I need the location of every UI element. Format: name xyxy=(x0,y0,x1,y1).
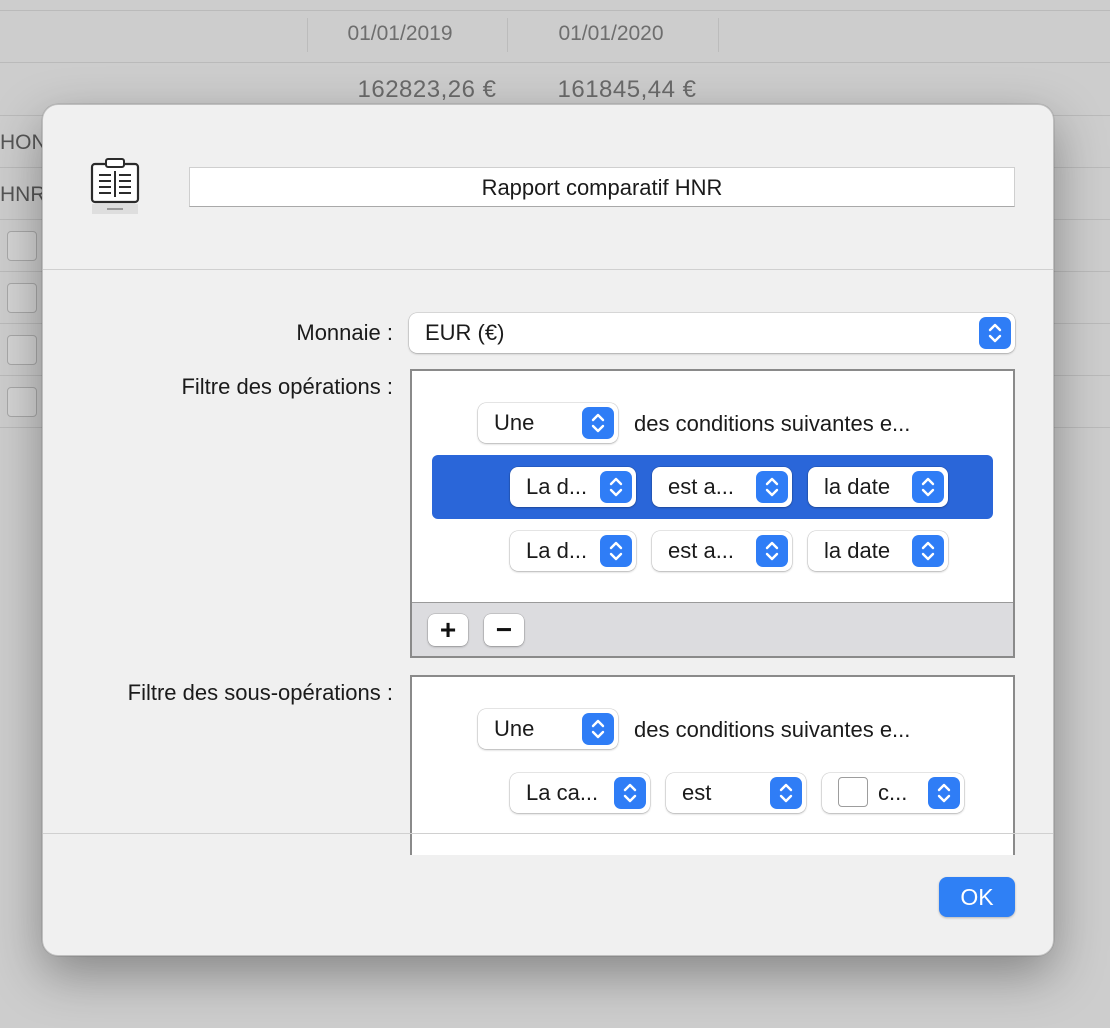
rule-value-popup[interactable]: c... xyxy=(822,773,964,813)
row-checkbox[interactable] xyxy=(7,387,37,417)
operations-rule-editor: Une des conditions suivantes e... La d..… xyxy=(410,369,1015,658)
rule-value-value: la date xyxy=(824,474,891,499)
match-type-popup[interactable]: Une xyxy=(478,709,618,749)
up-down-chevron-icon xyxy=(770,777,802,809)
rule-operator-value: est a... xyxy=(668,538,735,563)
report-name-field[interactable]: Rapport comparatif HNR xyxy=(189,167,1015,207)
match-description: des conditions suivantes e... xyxy=(634,411,911,436)
table-divider xyxy=(0,62,1110,63)
header-divider xyxy=(43,269,1053,270)
currency-value: EUR (€) xyxy=(425,320,505,345)
rule-field-popup[interactable]: La d... xyxy=(510,531,636,571)
suboperations-rule-editor: Une des conditions suivantes e... La ca.… xyxy=(410,675,1015,855)
column-divider xyxy=(507,18,508,52)
remove-rule-button[interactable]: − xyxy=(484,614,524,646)
rule-value-value: c... xyxy=(878,780,908,805)
match-type-popup[interactable]: Une xyxy=(478,403,618,443)
up-down-chevron-icon xyxy=(600,535,632,567)
suboperations-filter-label: Filtre des sous-opérations : xyxy=(127,680,393,705)
rule-value-popup[interactable]: la date xyxy=(808,531,948,571)
rule-operator-popup[interactable]: est xyxy=(666,773,806,813)
rule-field-value: La d... xyxy=(526,538,588,563)
rule-editor-footer: + − xyxy=(412,602,1013,656)
table-divider xyxy=(0,10,1110,11)
ok-button[interactable]: OK xyxy=(939,877,1015,917)
up-down-chevron-icon xyxy=(756,535,788,567)
rule-operator-value: est a... xyxy=(668,474,735,499)
rule-operator-popup[interactable]: est a... xyxy=(652,531,792,571)
up-down-chevron-icon xyxy=(928,777,960,809)
rule-value-popup[interactable]: la date xyxy=(808,467,948,507)
column-header-date[interactable]: 01/01/2019 xyxy=(300,22,500,46)
rule-operator-value: est xyxy=(682,780,712,805)
rule-field-popup[interactable]: La ca... xyxy=(510,773,650,813)
match-type-value: Une xyxy=(494,410,535,435)
row-checkbox[interactable] xyxy=(7,335,37,365)
footer-divider xyxy=(43,833,1053,834)
row-checkbox[interactable] xyxy=(7,231,37,261)
currency-label: Monnaie : xyxy=(296,320,393,345)
rule-field-value: La ca... xyxy=(526,780,599,805)
column-header-date[interactable]: 01/01/2020 xyxy=(511,22,711,46)
rule-value-value: la date xyxy=(824,538,891,563)
up-down-chevron-icon xyxy=(912,471,944,503)
rule-field-popup[interactable]: La d... xyxy=(510,467,636,507)
up-down-chevron-icon xyxy=(582,407,614,439)
up-down-chevron-icon xyxy=(582,713,614,745)
column-divider xyxy=(718,18,719,52)
up-down-chevron-icon xyxy=(912,535,944,567)
report-clipboard-icon xyxy=(89,155,145,221)
report-settings-sheet: Rapport comparatif HNR Monnaie : EUR (€)… xyxy=(42,104,1054,956)
operations-filter-label: Filtre des opérations : xyxy=(181,374,393,399)
up-down-chevron-icon xyxy=(614,777,646,809)
amount-cell: 162823,26 € xyxy=(357,76,497,103)
up-down-chevron-icon xyxy=(979,317,1011,349)
add-rule-button[interactable]: + xyxy=(428,614,468,646)
row-label: HNR xyxy=(0,183,46,206)
up-down-chevron-icon xyxy=(756,471,788,503)
amount-cell: 161845,44 € xyxy=(557,76,697,103)
match-type-value: Une xyxy=(494,716,535,741)
up-down-chevron-icon xyxy=(600,471,632,503)
currency-popup[interactable]: EUR (€) xyxy=(409,313,1015,353)
match-description: des conditions suivantes e... xyxy=(634,717,911,742)
rule-field-value: La d... xyxy=(526,474,588,499)
row-label: HON xyxy=(0,131,47,154)
rule-value-checkbox[interactable] xyxy=(838,777,868,808)
rule-operator-popup[interactable]: est a... xyxy=(652,467,792,507)
row-checkbox[interactable] xyxy=(7,283,37,313)
